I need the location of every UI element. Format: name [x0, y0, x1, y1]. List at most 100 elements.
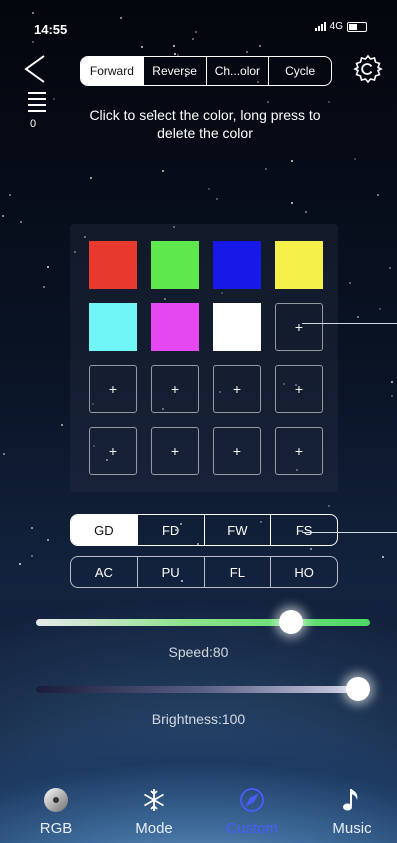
star — [47, 539, 49, 541]
star — [208, 188, 210, 190]
star — [31, 555, 33, 557]
star — [20, 221, 22, 223]
pointer-line — [302, 532, 397, 533]
star — [31, 527, 33, 529]
speed-slider-thumb[interactable] — [279, 610, 304, 634]
mode-fd[interactable]: FD — [136, 515, 204, 545]
star — [377, 194, 379, 196]
add-color-slot[interactable]: + — [89, 427, 137, 475]
mode-row-2: AC PU FL HO — [70, 556, 338, 588]
star — [3, 453, 5, 455]
instruction-text: Click to select the color, long press to… — [89, 107, 321, 141]
tab-change-color[interactable]: Ch...olor — [205, 57, 269, 85]
tab-custom[interactable]: Custom — [207, 784, 297, 837]
add-color-slot[interactable]: + — [275, 365, 323, 413]
star — [291, 160, 293, 162]
star — [141, 46, 143, 48]
color-swatch[interactable] — [89, 241, 137, 289]
add-color-slot[interactable]: + — [151, 365, 199, 413]
star — [357, 316, 359, 318]
snowflake-icon — [109, 784, 199, 816]
color-swatch[interactable] — [151, 303, 199, 351]
color-list-count: 0 — [30, 118, 37, 130]
star — [259, 45, 261, 47]
star — [328, 505, 330, 507]
brightness-label: Brightness:100 — [151, 711, 246, 727]
direction-segmented-control: Forward Reverse Ch...olor Cycle — [80, 56, 332, 86]
star — [43, 286, 45, 288]
add-color-slot[interactable]: + — [213, 427, 261, 475]
mode-fs[interactable]: FS — [270, 515, 337, 545]
settings-gear-icon[interactable] — [353, 54, 383, 84]
speed-slider-track[interactable] — [36, 619, 370, 626]
add-color-slot[interactable]: + — [151, 427, 199, 475]
compass-icon — [207, 784, 297, 816]
star — [32, 41, 34, 43]
star — [32, 12, 34, 14]
star — [389, 267, 391, 269]
color-swatch[interactable] — [151, 241, 199, 289]
network-label: 4G — [329, 21, 343, 32]
star — [9, 194, 11, 196]
color-list-icon[interactable] — [28, 92, 46, 116]
color-swatch[interactable] — [89, 303, 137, 351]
star — [310, 548, 312, 550]
star — [354, 158, 356, 160]
tab-label: Mode — [135, 820, 173, 837]
tab-label: RGB — [39, 820, 73, 837]
tab-mode[interactable]: Mode — [109, 784, 199, 837]
color-swatch[interactable] — [275, 241, 323, 289]
tab-label: Custom — [226, 820, 278, 837]
star — [349, 282, 351, 284]
add-color-slot[interactable]: + — [275, 427, 323, 475]
star — [265, 168, 267, 170]
music-note-icon — [307, 784, 397, 816]
star — [174, 53, 176, 55]
star — [291, 202, 293, 204]
add-color-slot[interactable]: + — [89, 365, 137, 413]
star — [246, 51, 248, 53]
star — [305, 211, 307, 213]
star — [267, 101, 269, 103]
star — [382, 556, 384, 558]
brightness-slider-thumb[interactable] — [346, 677, 370, 701]
mode-gd[interactable]: GD — [71, 515, 137, 545]
star — [328, 101, 330, 103]
mode-row-1: GD FD FW FS — [70, 514, 338, 546]
status-time: 14:55 — [34, 22, 68, 37]
mode-ac[interactable]: AC — [71, 557, 137, 587]
mode-fw[interactable]: FW — [203, 515, 271, 545]
star — [53, 98, 55, 100]
brightness-slider-track[interactable] — [36, 686, 370, 693]
back-icon[interactable] — [22, 54, 50, 84]
pointer-line — [302, 323, 397, 324]
star — [391, 395, 393, 397]
mode-pu[interactable]: PU — [136, 557, 204, 587]
tab-music[interactable]: Music — [307, 784, 397, 837]
tab-forward[interactable]: Forward — [81, 57, 143, 85]
star — [120, 17, 122, 19]
color-swatch[interactable] — [213, 241, 261, 289]
star — [216, 198, 218, 200]
star — [90, 177, 92, 179]
tab-rgb[interactable]: RGB — [11, 784, 101, 837]
star — [47, 266, 49, 268]
star — [19, 563, 21, 565]
speed-label: Speed:80 — [168, 644, 229, 660]
star — [379, 308, 381, 310]
color-swatch[interactable] — [213, 303, 261, 351]
signal-icon — [314, 22, 326, 31]
tab-cycle[interactable]: Cycle — [268, 57, 331, 85]
star — [195, 31, 197, 33]
star — [2, 215, 4, 217]
tab-reverse[interactable]: Reverse — [142, 57, 206, 85]
star — [162, 170, 164, 172]
add-color-slot[interactable]: + — [275, 303, 323, 351]
mode-ho[interactable]: HO — [270, 557, 337, 587]
star — [192, 38, 194, 40]
star — [61, 424, 63, 426]
status-indicators: 4G — [314, 21, 367, 32]
add-color-slot[interactable]: + — [213, 365, 261, 413]
mode-fl[interactable]: FL — [203, 557, 271, 587]
star — [391, 381, 393, 383]
